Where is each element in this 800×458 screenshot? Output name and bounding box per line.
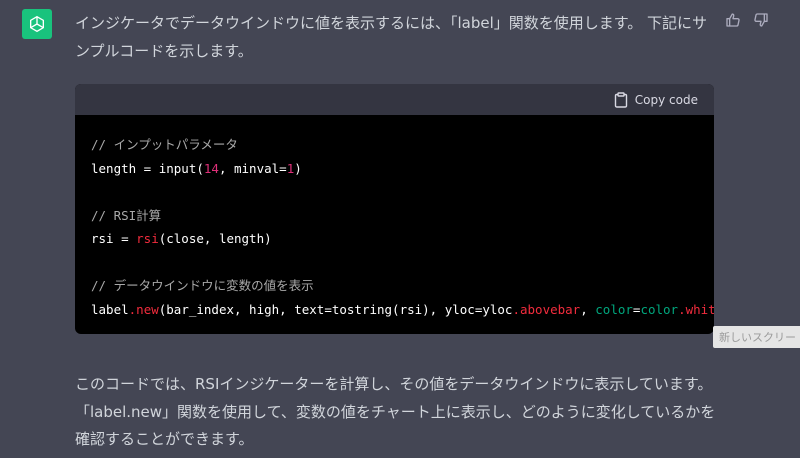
thumbs-down-icon xyxy=(754,13,768,27)
code-line: // データウインドウに変数の値を表示 xyxy=(91,274,698,298)
code-token: // データウインドウに変数の値を表示 xyxy=(91,278,314,293)
code-token: (bar_index, high, text=tostring(rsi), yl… xyxy=(158,301,513,317)
code-token: // インプットパラメータ xyxy=(91,137,238,152)
code-token: // RSI計算 xyxy=(91,207,162,223)
code-token: rsi xyxy=(136,231,159,246)
feedback-buttons xyxy=(724,11,770,29)
openai-logo-icon xyxy=(30,15,44,33)
thumbs-up-button[interactable] xyxy=(724,11,742,29)
code-token: ) xyxy=(294,160,302,176)
code-token: rsi = xyxy=(91,231,137,246)
copy-code-button[interactable]: Copy code xyxy=(614,91,698,108)
assistant-message-intro: インジケータでデータウインドウに値を表示するには、「label」関数を使用します… xyxy=(75,14,708,60)
code-line: rsi = rsi(close, length) xyxy=(91,227,698,251)
code-token: (close, length) xyxy=(158,231,272,246)
code-token: .abovebar xyxy=(512,301,581,317)
code-token: label xyxy=(91,301,129,317)
code-token: color xyxy=(640,301,679,317)
thumbs-up-icon xyxy=(726,13,740,27)
code-line: label.new(bar_index, high, text=tostring… xyxy=(91,298,714,322)
code-token: .white xyxy=(678,301,714,317)
code-token: 14 xyxy=(203,160,219,176)
thumbs-down-button[interactable] xyxy=(752,11,770,29)
code-line: length = input(14, minval=1) xyxy=(91,157,698,181)
code-token: length = input( xyxy=(91,160,204,176)
code-token: .new xyxy=(128,301,159,317)
code-line: // RSI計算 xyxy=(91,204,698,228)
assistant-message-outro: このコードでは、RSIインジケーターを計算し、その値をデータウインドウに表示して… xyxy=(75,375,716,448)
code-token: , xyxy=(580,301,596,317)
code-block: Copy code // インプットパラメータ length = input(14… xyxy=(75,84,714,334)
code-token: , minval= xyxy=(218,160,287,176)
code-line: // インプットパラメータ xyxy=(91,133,698,157)
code-block-header: Copy code xyxy=(75,84,714,115)
clipboard-icon xyxy=(614,91,627,108)
copy-code-label: Copy code xyxy=(634,92,698,107)
code-token: color xyxy=(595,301,633,317)
assistant-avatar xyxy=(22,9,52,39)
tooltip: 新しいスクリー xyxy=(713,326,800,348)
code-content: // インプットパラメータ length = input(14, minval=1… xyxy=(75,115,714,321)
